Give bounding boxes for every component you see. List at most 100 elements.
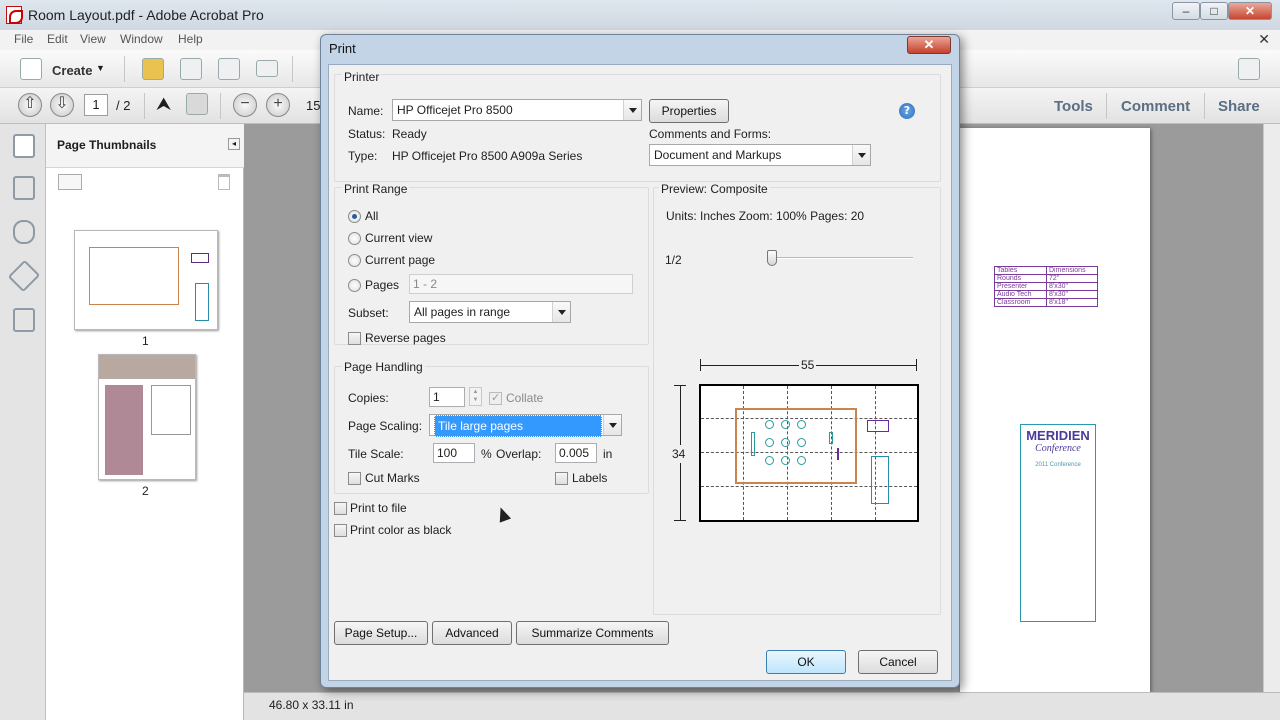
save-icon[interactable] [180, 58, 202, 80]
page-scaling-label: Page Scaling: [348, 419, 423, 433]
collate-checkbox[interactable] [489, 391, 502, 405]
page-thumbnail-1[interactable] [74, 230, 218, 330]
range-all-label: All [365, 209, 379, 223]
meridien-logo: MERIDIEN [1026, 428, 1090, 443]
cut-marks-checkbox[interactable] [348, 472, 361, 485]
range-all-radio[interactable] [348, 210, 361, 223]
table-cell: Classroom [995, 299, 1047, 306]
subset-select[interactable]: All pages in range [409, 301, 571, 323]
page-setup-button[interactable]: Page Setup... [334, 621, 428, 645]
range-pages-radio[interactable] [348, 279, 361, 292]
printer-name-label: Name: [348, 104, 384, 118]
comments-forms-select[interactable]: Document and Markups [649, 144, 871, 166]
cut-marks-label: Cut Marks [365, 471, 420, 485]
layers-icon[interactable] [7, 259, 41, 293]
properties-button[interactable]: Properties [649, 99, 729, 123]
cancel-button[interactable]: Cancel [858, 650, 938, 674]
thumbnail-map [151, 385, 191, 435]
preview-dimensions-table [867, 420, 889, 432]
create-button[interactable]: Create [52, 63, 92, 78]
thumbnails-title: Page Thumbnails [57, 138, 157, 152]
type-label: Type: [348, 149, 378, 163]
width-dimension-tick [916, 359, 917, 371]
collate-label: Collate [506, 391, 544, 405]
bookmarks-icon[interactable] [13, 176, 35, 200]
round-table [797, 420, 806, 429]
printer-group-label: Printer [342, 70, 382, 84]
page-thumbnail-2[interactable] [98, 354, 196, 480]
comment-pane-link[interactable]: Comment [1121, 98, 1190, 115]
comments-forms-value: Document and Markups [654, 148, 782, 162]
table-row: Audio Tech 8'x30" [995, 291, 1097, 299]
signatures-icon[interactable] [13, 308, 35, 332]
zoom-out-icon[interactable]: − [233, 93, 257, 117]
collapse-panel-icon[interactable]: ◂ [228, 138, 240, 150]
maximize-button[interactable]: □ [1200, 2, 1228, 20]
previous-page-icon[interactable]: ⇧ [18, 93, 42, 117]
share-pane-link[interactable]: Share [1218, 98, 1260, 115]
print-icon[interactable] [218, 58, 240, 80]
zoom-in-icon[interactable]: + [266, 93, 290, 117]
preview-slider-thumb[interactable] [767, 250, 777, 266]
copies-stepper[interactable]: ▲ ▼ [469, 387, 482, 406]
toolbar-divider [220, 93, 221, 119]
print-to-file-checkbox[interactable] [334, 502, 347, 515]
labels-checkbox[interactable] [555, 472, 568, 485]
summarize-comments-button[interactable]: Summarize Comments [516, 621, 669, 645]
thumbnail-options-icon[interactable] [58, 174, 82, 190]
preview-page-indicator: 1/2 [665, 253, 682, 267]
attachments-icon[interactable] [13, 220, 35, 244]
page-number-input[interactable]: 1 [84, 94, 108, 116]
advanced-button[interactable]: Advanced [432, 621, 512, 645]
page-total: / 2 [116, 98, 131, 113]
page-scaling-value: Tile large pages [434, 415, 602, 437]
range-current-view-radio[interactable] [348, 232, 361, 245]
next-page-icon[interactable]: ⇩ [50, 93, 74, 117]
vertical-scrollbar[interactable] [1263, 124, 1280, 692]
pages-range-input[interactable]: 1 - 2 [409, 274, 633, 294]
subset-label: Subset: [348, 306, 389, 320]
printer-select[interactable]: HP Officejet Pro 8500 [392, 99, 642, 121]
page-scaling-select[interactable]: Tile large pages [429, 414, 622, 437]
round-table [765, 438, 774, 447]
menu-help[interactable]: Help [178, 32, 203, 46]
select-cursor-icon[interactable]: ⮝ [156, 94, 171, 115]
audio-tech-table [829, 432, 833, 444]
round-table [765, 420, 774, 429]
reverse-pages-checkbox[interactable] [348, 332, 361, 345]
table-cell: 8'x30" [1049, 291, 1069, 298]
ok-button[interactable]: OK [766, 650, 846, 674]
create-dropdown-icon[interactable]: ▼ [96, 63, 105, 73]
hand-tool-icon[interactable] [186, 93, 208, 115]
help-icon[interactable]: ? [899, 103, 915, 119]
presenter-table [751, 432, 755, 456]
tile-scale-input[interactable]: 100 [433, 443, 475, 463]
open-folder-icon[interactable] [142, 58, 164, 80]
close-document-icon[interactable]: ✕ [1258, 31, 1270, 48]
tile-scale-label: Tile Scale: [348, 447, 404, 461]
table-cell: Tables [995, 267, 1047, 274]
height-dimension-tick [674, 520, 686, 521]
minimize-button[interactable]: – [1172, 2, 1200, 20]
menu-window[interactable]: Window [120, 32, 163, 46]
preview-slider-track[interactable] [769, 257, 913, 259]
mouse-pointer-icon [494, 505, 512, 523]
copies-input[interactable]: 1 [429, 387, 465, 407]
range-current-page-radio[interactable] [348, 254, 361, 267]
menu-view[interactable]: View [80, 32, 106, 46]
close-window-button[interactable]: ✕ [1228, 2, 1272, 20]
menu-file[interactable]: File [14, 32, 33, 46]
status-label: Status: [348, 127, 386, 141]
thumbnail-titleblock-drawing [195, 283, 209, 321]
overlap-input[interactable]: 0.005 [555, 443, 597, 463]
menu-edit[interactable]: Edit [47, 32, 68, 46]
table-row: Tables Dimensions [995, 267, 1097, 275]
zoom-value[interactable]: 15 [306, 98, 320, 113]
email-icon[interactable] [256, 60, 278, 77]
fullscreen-icon[interactable] [1238, 58, 1260, 80]
page-thumbnails-icon[interactable] [13, 134, 35, 158]
print-color-black-checkbox[interactable] [334, 524, 347, 537]
dialog-close-button[interactable]: ✕ [907, 36, 951, 54]
delete-page-icon[interactable] [218, 174, 230, 190]
tools-pane-link[interactable]: Tools [1054, 98, 1093, 115]
